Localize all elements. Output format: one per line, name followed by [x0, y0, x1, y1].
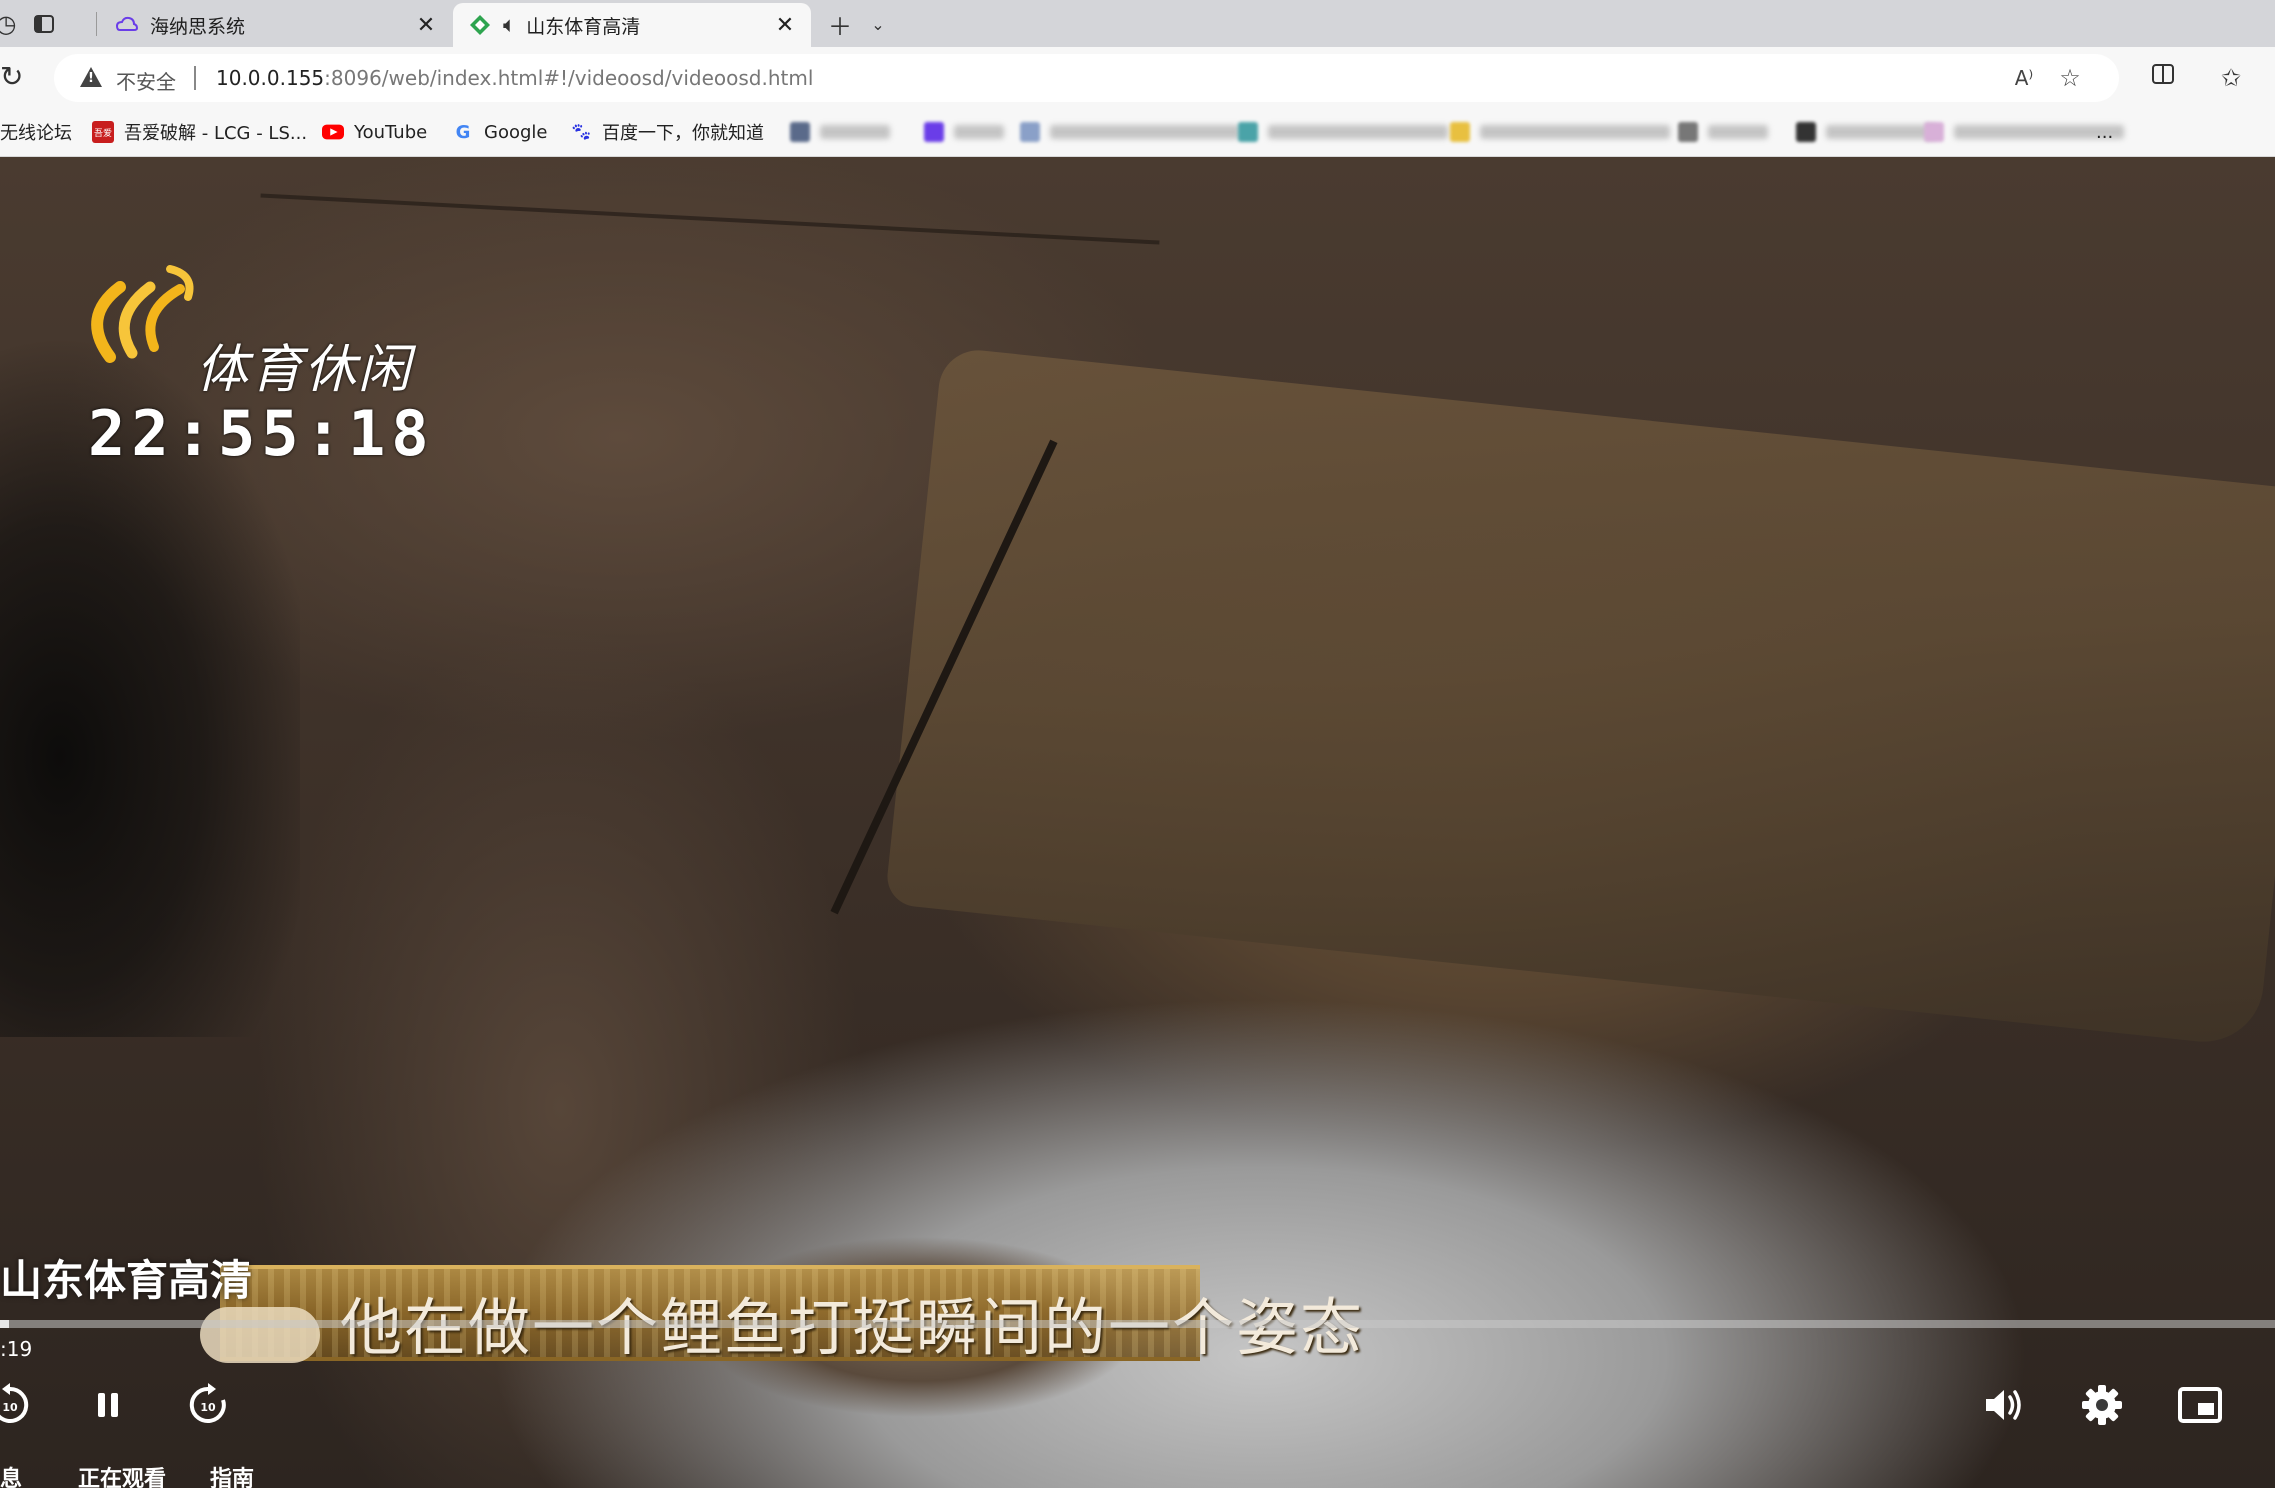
- video-title: 山东体育高清: [0, 1256, 253, 1305]
- bookmark-blurred[interactable]: [1678, 120, 1768, 144]
- tab-hainasi[interactable]: 海纳思系统 ✕: [100, 3, 452, 47]
- new-tab-icon[interactable]: ＋: [824, 8, 856, 41]
- video-frame-cloth: [260, 797, 2275, 1488]
- volume-button[interactable]: [1978, 1379, 2030, 1431]
- baidu-icon: 🐾︎: [569, 121, 593, 143]
- bookmarks-bar: 无线论坛 吾爱 吾爱破解 - LCG - LS... YouTube G Goo…: [0, 109, 2275, 157]
- picture-in-picture-icon: [2178, 1387, 2222, 1423]
- speaker-icon[interactable]: 🔈︎: [503, 13, 516, 38]
- forward-seconds: 10: [200, 1401, 216, 1414]
- tab-title: 海纳思系统: [150, 15, 246, 38]
- gear-icon: [2082, 1385, 2122, 1425]
- green-diamond-icon: [467, 12, 493, 38]
- tab-strip: ◷ 海纳思系统 ✕ 🔈︎ 山东体育高清 ✕ ＋ ⌄: [0, 0, 2275, 47]
- navigation-bar: ↻ 不安全 10.0.0.155:8096/web/index.html#!/v…: [0, 47, 2275, 109]
- video-frame-crack: [260, 193, 1160, 245]
- forward-10-button[interactable]: 10: [184, 1381, 232, 1429]
- bookmark-forum[interactable]: 无线论坛: [0, 117, 72, 147]
- bookmark-52pojie[interactable]: 吾爱 吾爱破解 - LCG - LS...: [92, 117, 307, 147]
- settings-button[interactable]: [2076, 1379, 2128, 1431]
- url-host: 10.0.0.155: [216, 66, 325, 90]
- bookmark-label: 无线论坛: [0, 123, 72, 144]
- info-button[interactable]: 信息: [0, 1461, 22, 1488]
- bookmark-label: YouTube: [354, 121, 428, 143]
- favorite-star-icon[interactable]: ☆: [2054, 62, 2086, 94]
- guide-button[interactable]: 指南: [210, 1461, 254, 1488]
- bookmarks-overflow[interactable]: ...: [2096, 117, 2113, 147]
- bookmark-label: 百度一下，你就知道: [602, 123, 764, 144]
- bookmark-blurred[interactable]: [1450, 120, 1670, 144]
- rewind-seconds: 10: [2, 1401, 18, 1414]
- youtube-icon: [322, 121, 344, 143]
- now-watching-button[interactable]: 正在观看: [78, 1461, 166, 1488]
- video-player[interactable]: 体育休闲 22:55:18 他在做一个鲤鱼打挺瞬间的一个姿态 山东体育高清 :1…: [0, 157, 2275, 1488]
- google-icon: G: [455, 121, 471, 143]
- bookmark-youtube[interactable]: YouTube: [322, 117, 427, 147]
- reload-icon[interactable]: ↻: [0, 59, 30, 95]
- bookmark-blurred[interactable]: [1020, 120, 1240, 144]
- forward-icon: 10: [189, 1383, 226, 1423]
- chevron-down-icon[interactable]: ⌄: [862, 8, 894, 40]
- bookmark-blurred[interactable]: [924, 120, 1004, 144]
- bookmark-google[interactable]: G Google: [452, 117, 548, 147]
- pause-button[interactable]: [84, 1381, 132, 1429]
- rewind-icon: 10: [0, 1383, 29, 1423]
- tab-shandong-sports[interactable]: 🔈︎ 山东体育高清 ✕: [453, 3, 811, 47]
- tab-title: 山东体育高清: [526, 15, 641, 38]
- split-screen-icon[interactable]: [2146, 61, 2180, 95]
- close-tab-icon[interactable]: ✕: [414, 13, 438, 38]
- workspaces-icon[interactable]: ◷: [0, 8, 22, 40]
- bookmark-blurred[interactable]: [1238, 120, 1448, 144]
- station-logo-text: 体育休闲: [196, 340, 413, 400]
- close-tab-icon[interactable]: ✕: [773, 13, 797, 38]
- tab-actions-icon[interactable]: [28, 8, 60, 40]
- picture-in-picture-button[interactable]: [2174, 1379, 2226, 1431]
- progress-fill: [0, 1320, 10, 1328]
- 52pojie-icon: 吾爱: [92, 121, 114, 143]
- separator: [194, 66, 196, 90]
- bookmark-blurred[interactable]: [1796, 120, 1936, 144]
- cloud-icon: [114, 12, 140, 38]
- security-label[interactable]: 不安全: [116, 66, 176, 95]
- tab-divider: [96, 12, 97, 36]
- station-logo-icon: [80, 257, 200, 367]
- cloud-ornament-icon: [200, 1307, 320, 1363]
- bookmark-label: 吾爱破解 - LCG - LS...: [124, 123, 308, 144]
- bookmark-blurred[interactable]: [1924, 120, 2124, 144]
- bookmark-baidu[interactable]: 🐾︎ 百度一下，你就知道: [570, 117, 764, 147]
- broadcast-clock: 22:55:18: [88, 397, 435, 470]
- bookmark-label: Google: [484, 121, 548, 143]
- overflow-label: ...: [2096, 121, 2114, 143]
- address-bar[interactable]: 不安全 10.0.0.155:8096/web/index.html#!/vid…: [54, 54, 2119, 102]
- bookmark-blurred[interactable]: [790, 120, 890, 144]
- read-aloud-icon[interactable]: A⁾: [2008, 62, 2040, 94]
- warning-icon[interactable]: [80, 67, 102, 87]
- favorites-icon[interactable]: ✩: [2214, 61, 2248, 95]
- volume-icon: [1986, 1390, 2021, 1420]
- rewind-10-button[interactable]: 10: [0, 1381, 34, 1429]
- url-text[interactable]: 10.0.0.155:8096/web/index.html#!/videoos…: [216, 66, 813, 90]
- url-path: :8096/web/index.html#!/videoosd/videoosd…: [324, 66, 814, 90]
- elapsed-time: :19: [0, 1337, 33, 1361]
- pause-icon: [98, 1393, 118, 1417]
- progress-bar[interactable]: [0, 1320, 2275, 1328]
